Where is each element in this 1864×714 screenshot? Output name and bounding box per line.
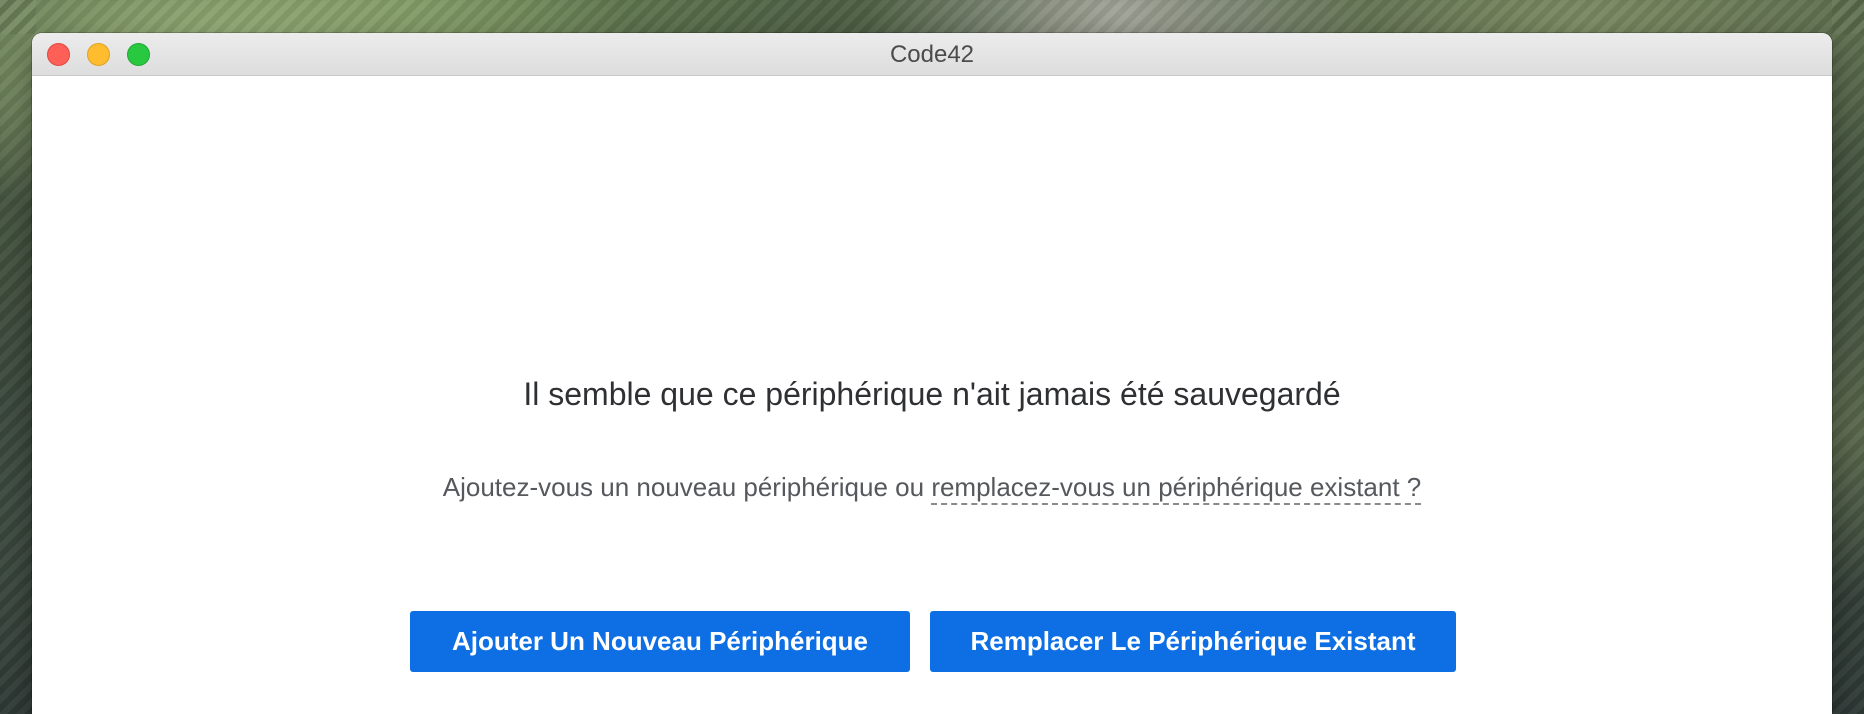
- app-window: Code42 Il semble que ce périphérique n'a…: [32, 33, 1832, 714]
- wallpaper-left: [0, 0, 36, 714]
- desktop-background: { "window": { "title": "Code42" }, "main…: [0, 0, 1864, 714]
- wallpaper-right: [1832, 0, 1864, 714]
- device-question: Ajoutez-vous un nouveau périphérique ou …: [32, 472, 1832, 505]
- add-new-device-button[interactable]: Ajouter Un Nouveau Périphérique: [410, 611, 910, 672]
- replace-existing-device-button[interactable]: Remplacer Le Périphérique Existant: [930, 611, 1456, 672]
- page-heading: Il semble que ce périphérique n'ait jama…: [523, 376, 1341, 412]
- action-buttons: Ajouter Un Nouveau Périphérique Remplace…: [410, 611, 1456, 672]
- main-content: Il semble que ce périphérique n'ait jama…: [32, 76, 1832, 714]
- replace-device-link[interactable]: remplacez-vous un périphérique existant …: [931, 472, 1422, 505]
- window-title: Code42: [889, 41, 975, 68]
- wallpaper-top: [0, 0, 1864, 34]
- window-titlebar[interactable]: Code42: [32, 33, 1832, 76]
- device-question-prefix: Ajoutez-vous un nouveau périphérique ou: [442, 472, 932, 502]
